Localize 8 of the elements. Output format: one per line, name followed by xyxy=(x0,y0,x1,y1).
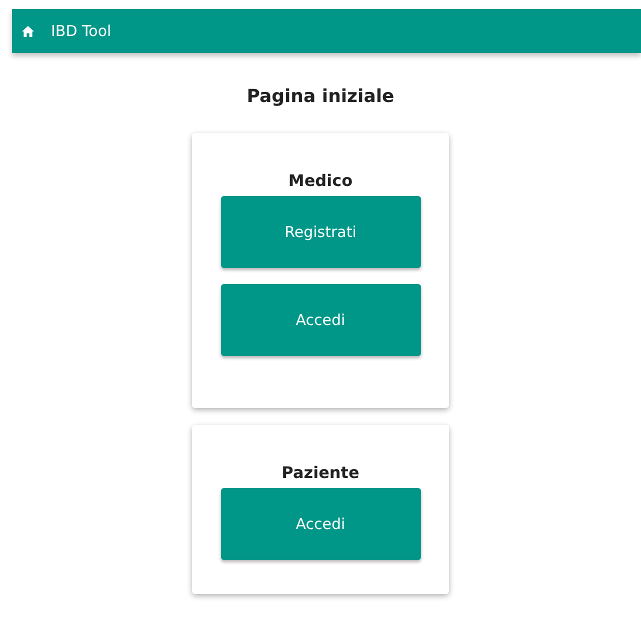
action-button[interactable]: Registrati xyxy=(220,196,420,268)
home-icon[interactable] xyxy=(22,26,34,36)
card-title: Medico xyxy=(288,171,353,190)
card-title: Paziente xyxy=(282,463,360,482)
app-title: IBD Tool xyxy=(51,22,112,40)
action-button[interactable]: Accedi xyxy=(220,488,420,560)
action-button[interactable]: Accedi xyxy=(220,284,420,356)
page-title: Pagina iniziale xyxy=(246,86,394,107)
